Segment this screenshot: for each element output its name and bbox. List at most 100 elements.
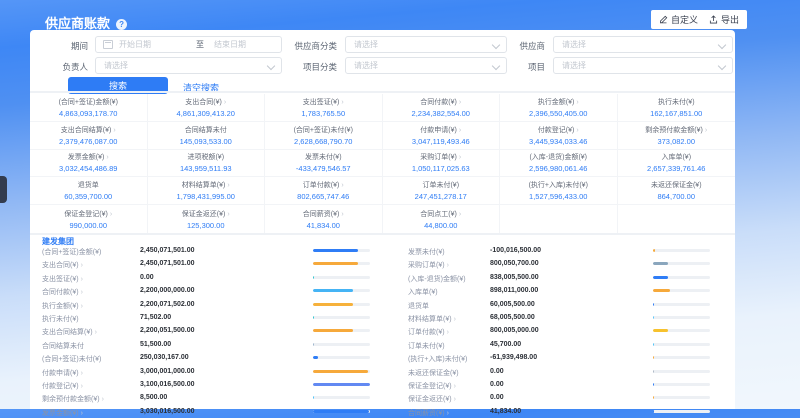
stat-card: 发票未付(¥)-433,479,546.57 <box>265 150 383 178</box>
chevron-down-icon <box>718 41 726 49</box>
drilldown-arrow-icon[interactable]: › <box>576 99 578 106</box>
metric-row: 发票未付(¥)-100,016,500.00 <box>408 244 728 257</box>
stats-grid: (合同+签证)金额(¥)4,863,093,178.70支出合同(¥)›4,86… <box>30 94 735 233</box>
drilldown-arrow-icon[interactable]: › <box>447 410 449 417</box>
metric-value: 71,502.00 <box>140 314 171 321</box>
stat-card[interactable]: 发票金额(¥)›3,032,454,486.89 <box>30 150 148 178</box>
metric-value: 3,000,001,000.00 <box>140 368 195 375</box>
metric-label[interactable]: 合同付款(¥)› <box>42 287 83 297</box>
supplier-select[interactable]: 请选择 <box>553 36 733 53</box>
metric-label[interactable]: 剩余预付款金额(¥)› <box>42 394 104 404</box>
stat-label: (合同+签证)金额(¥) <box>59 97 118 107</box>
stat-card[interactable]: 采购订单(¥)›1,050,117,025.63 <box>383 150 501 178</box>
drilldown-arrow-icon[interactable]: › <box>341 99 343 106</box>
drilldown-arrow-icon[interactable]: › <box>224 99 226 106</box>
stat-label: 付款申请(¥)› <box>420 125 461 135</box>
drilldown-arrow-icon[interactable]: › <box>454 316 456 323</box>
stat-card: 入库单(¥)2,657,339,761.46 <box>618 150 736 178</box>
drilldown-arrow-icon[interactable]: › <box>81 410 83 417</box>
stat-card[interactable]: 材料结算单(¥)›1,798,431,995.00 <box>148 177 266 205</box>
metric-label[interactable]: 支出合同(¥)› <box>42 260 83 270</box>
metric-label[interactable]: 采购订单(¥)› <box>408 260 449 270</box>
stat-card[interactable]: 付款申请(¥)›3,047,119,493.46 <box>383 122 501 150</box>
metric-bar <box>313 383 370 386</box>
sidebar-collapse-handle[interactable] <box>0 176 7 203</box>
drilldown-arrow-icon[interactable]: › <box>447 329 449 336</box>
metric-bar <box>653 370 710 373</box>
metric-label[interactable]: 支出合同结算(¥)› <box>42 327 97 337</box>
drilldown-arrow-icon[interactable]: › <box>459 154 461 161</box>
metric-value: 68,005,500.00 <box>490 314 535 321</box>
stat-card[interactable]: 执行金额(¥)›2,396,550,405.00 <box>500 94 618 122</box>
metric-label[interactable]: 支出签证(¥)› <box>42 274 83 284</box>
metric-label[interactable]: 保证金登记(¥)› <box>408 381 456 391</box>
project-select[interactable]: 请选择 <box>553 57 733 74</box>
stat-card[interactable]: 合同薪资(¥)›41,834.00 <box>265 205 383 233</box>
stat-card[interactable]: 合同点工(¥)›44,800.00 <box>383 205 501 233</box>
metric-bar <box>313 276 370 279</box>
drilldown-arrow-icon[interactable]: › <box>81 276 83 283</box>
metric-label[interactable]: 付款登记(¥)› <box>42 381 83 391</box>
stat-card[interactable]: 剩余预付款金额(¥)›373,082.00 <box>618 122 736 150</box>
metric-label[interactable]: 材料结算单(¥)› <box>408 314 456 324</box>
drilldown-arrow-icon[interactable]: › <box>227 182 229 189</box>
metric-row: 执行未付(¥)71,502.00 <box>42 311 382 324</box>
drilldown-arrow-icon[interactable]: › <box>110 211 112 218</box>
metric-label[interactable]: 执行金额(¥)› <box>42 301 83 311</box>
drilldown-arrow-icon[interactable]: › <box>459 127 461 134</box>
owner-label: 负责人 <box>26 61 88 73</box>
start-date-placeholder: 开始日期 <box>119 39 186 50</box>
help-icon[interactable]: ? <box>116 19 127 30</box>
stat-card[interactable]: 支出合同结算(¥)›2,379,476,087.00 <box>30 122 148 150</box>
customize-button[interactable]: 自定义 <box>651 10 706 29</box>
drilldown-arrow-icon[interactable]: › <box>705 127 707 134</box>
stat-card[interactable]: 支出签证(¥)›1,783,765.50 <box>265 94 383 122</box>
drilldown-arrow-icon[interactable]: › <box>341 211 343 218</box>
stat-card[interactable]: 保证金登记(¥)›990,000.00 <box>30 205 148 233</box>
stat-cell-empty <box>618 205 736 233</box>
stat-card[interactable]: 付款登记(¥)›3,445,934,033.46 <box>500 122 618 150</box>
drilldown-arrow-icon[interactable]: › <box>106 154 108 161</box>
stat-label: 支出合同结算(¥)› <box>61 125 116 135</box>
drilldown-arrow-icon[interactable]: › <box>113 127 115 134</box>
drilldown-arrow-icon[interactable]: › <box>102 396 104 403</box>
stat-label: 合同薪资(¥)› <box>303 209 344 219</box>
stat-value: 1,050,117,025.63 <box>412 164 470 173</box>
drilldown-arrow-icon[interactable]: › <box>81 262 83 269</box>
drilldown-arrow-icon[interactable]: › <box>81 289 83 296</box>
stat-card[interactable]: 保证金返还(¥)›125,300.00 <box>148 205 266 233</box>
drilldown-arrow-icon[interactable]: › <box>447 262 449 269</box>
drilldown-arrow-icon[interactable]: › <box>459 99 461 106</box>
stat-value: 162,167,851.00 <box>650 109 702 118</box>
drilldown-arrow-icon[interactable]: › <box>227 211 229 218</box>
metric-value: 838,005,500.00 <box>490 274 539 281</box>
drilldown-arrow-icon[interactable]: › <box>454 396 456 403</box>
drilldown-arrow-icon[interactable]: › <box>81 370 83 377</box>
stat-label: 订单未付(¥) <box>422 180 459 190</box>
stat-value: 864,700.00 <box>657 192 695 201</box>
drilldown-arrow-icon[interactable]: › <box>95 329 97 336</box>
stat-card[interactable]: 支出合同(¥)›4,861,309,413.20 <box>148 94 266 122</box>
export-button[interactable]: 导出 <box>701 10 747 29</box>
metric-label: 合同结算未付 <box>42 341 84 351</box>
stat-card[interactable]: 合同付款(¥)›2,234,382,554.00 <box>383 94 501 122</box>
metric-bar <box>653 396 710 399</box>
metric-label[interactable]: 保证金返还(¥)› <box>408 394 456 404</box>
metric-label[interactable]: 合同薪资(¥)› <box>408 408 449 418</box>
drilldown-arrow-icon[interactable]: › <box>576 127 578 134</box>
supplier-label: 供应商 <box>457 40 545 52</box>
drilldown-arrow-icon[interactable]: › <box>459 211 461 218</box>
stat-card: (入库-退货)金额(¥)2,596,980,061.46 <box>500 150 618 178</box>
stat-label: 入库单(¥) <box>661 152 691 162</box>
drilldown-arrow-icon[interactable]: › <box>454 383 456 390</box>
metric-value: 60,005,500.00 <box>490 301 535 308</box>
metric-label[interactable]: 发票金额(¥)› <box>42 408 83 418</box>
stat-label: (合同+签证)未付(¥) <box>294 125 353 135</box>
metric-label[interactable]: 付款申请(¥)› <box>42 368 83 378</box>
stat-label: (执行+入库)未付(¥) <box>529 180 588 190</box>
metric-label[interactable]: 订单付款(¥)› <box>408 327 449 337</box>
drilldown-arrow-icon[interactable]: › <box>81 303 83 310</box>
drilldown-arrow-icon[interactable]: › <box>341 182 343 189</box>
drilldown-arrow-icon[interactable]: › <box>81 383 83 390</box>
stat-card[interactable]: 订单付款(¥)›802,665,747.46 <box>265 177 383 205</box>
